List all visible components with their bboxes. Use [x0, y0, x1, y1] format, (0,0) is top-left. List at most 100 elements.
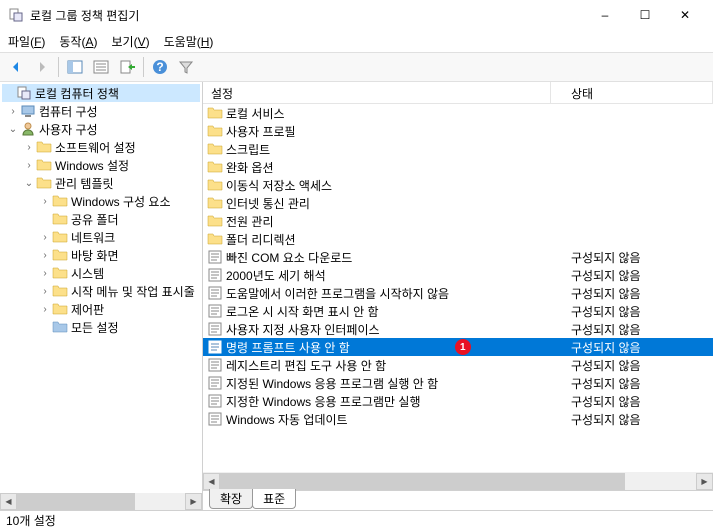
- scroll-left-button[interactable]: ◀: [0, 493, 17, 510]
- expander-icon[interactable]: ›: [38, 196, 52, 207]
- list-cell-state: 구성되지 않음: [551, 393, 713, 410]
- setting-icon: [207, 375, 223, 391]
- list-row[interactable]: 스크립트: [203, 140, 713, 158]
- list-cell-state: 구성되지 않음: [551, 267, 713, 284]
- tree-win-components[interactable]: › Windows 구성 요소: [2, 192, 200, 210]
- list-row[interactable]: 사용자 지정 사용자 인터페이스 구성되지 않음: [203, 320, 713, 338]
- tree-label: 소프트웨어 설정: [55, 139, 136, 156]
- menu-help[interactable]: 도움말(H): [164, 33, 214, 50]
- list-cell-state: 구성되지 않음: [551, 357, 713, 374]
- tab-standard[interactable]: 표준: [252, 489, 296, 509]
- list-cell-name: 인터넷 통신 관리: [203, 195, 551, 212]
- list-cell-name: 폴더 리디렉션: [203, 231, 551, 248]
- scroll-thumb[interactable]: [220, 473, 625, 490]
- tree-scrollbar[interactable]: ◀ ▶: [0, 493, 202, 510]
- list-row[interactable]: 지정한 Windows 응용 프로그램만 실행구성되지 않음: [203, 392, 713, 410]
- tab-extended[interactable]: 확장: [209, 489, 253, 509]
- expander-icon[interactable]: ⌄: [6, 124, 20, 135]
- list-row[interactable]: 빠진 COM 요소 다운로드구성되지 않음: [203, 248, 713, 266]
- list-cell-name: 명령 프롬프트 사용 안 함1: [203, 339, 551, 356]
- list-row[interactable]: Windows 자동 업데이트구성되지 않음: [203, 410, 713, 428]
- tree-computer-config[interactable]: › 컴퓨터 구성: [2, 102, 200, 120]
- expander-icon[interactable]: ›: [22, 160, 36, 171]
- list-row[interactable]: 폴더 리디렉션: [203, 230, 713, 248]
- list-scrollbar[interactable]: ◀ ▶: [203, 472, 713, 490]
- view-list-button[interactable]: [89, 55, 113, 79]
- tree-windows-settings[interactable]: › Windows 설정: [2, 156, 200, 174]
- nav-back-button[interactable]: [4, 55, 28, 79]
- expander-icon[interactable]: ›: [6, 106, 20, 117]
- tree-start-taskbar[interactable]: › 시작 메뉴 및 작업 표시줄: [2, 282, 200, 300]
- gpo-icon: [16, 85, 32, 101]
- expander-icon[interactable]: ⌄: [22, 178, 36, 189]
- scroll-right-button[interactable]: ▶: [696, 473, 713, 490]
- status-bar: 10개 설정: [0, 510, 713, 530]
- user-icon: [20, 121, 36, 137]
- expander-icon[interactable]: ›: [38, 250, 52, 261]
- list-row[interactable]: 로컬 서비스: [203, 104, 713, 122]
- tree-system[interactable]: › 시스템: [2, 264, 200, 282]
- maximize-button[interactable]: ☐: [625, 1, 665, 29]
- list-row[interactable]: 사용자 프로필: [203, 122, 713, 140]
- tree-shared-folders[interactable]: 공유 폴더: [2, 210, 200, 228]
- row-label: 지정된 Windows 응용 프로그램 실행 안 함: [226, 375, 438, 392]
- list-row[interactable]: 2000년도 세기 해석구성되지 않음: [203, 266, 713, 284]
- folder-icon: [207, 141, 223, 157]
- list-row[interactable]: 명령 프롬프트 사용 안 함1구성되지 않음: [203, 338, 713, 356]
- tree-admin-templates[interactable]: ⌄ 관리 템플릿: [2, 174, 200, 192]
- column-header-setting[interactable]: 설정: [203, 82, 551, 103]
- help-icon: [152, 59, 168, 75]
- tree-network[interactable]: › 네트워크: [2, 228, 200, 246]
- expander-icon[interactable]: ›: [38, 232, 52, 243]
- expander-icon[interactable]: ›: [22, 142, 36, 153]
- scroll-right-button[interactable]: ▶: [185, 493, 202, 510]
- close-button[interactable]: ✕: [665, 1, 705, 29]
- scroll-left-button[interactable]: ◀: [203, 473, 220, 490]
- row-label: 스크립트: [226, 141, 270, 158]
- expander-icon[interactable]: ›: [38, 304, 52, 315]
- help-button[interactable]: [148, 55, 172, 79]
- expander-icon[interactable]: ›: [38, 286, 52, 297]
- list-body: 로컬 서비스사용자 프로필스크립트완화 옵션이동식 저장소 액세스인터넷 통신 …: [203, 104, 713, 472]
- minimize-button[interactable]: –: [585, 1, 625, 29]
- row-label: 레지스트리 편집 도구 사용 안 함: [226, 357, 386, 374]
- list-cell-name: 레지스트리 편집 도구 사용 안 함: [203, 357, 551, 374]
- row-label: 인터넷 통신 관리: [226, 195, 310, 212]
- list-cell-name: 지정한 Windows 응용 프로그램만 실행: [203, 393, 551, 410]
- column-header-state[interactable]: 상태: [551, 82, 713, 103]
- list-cell-state: 구성되지 않음: [551, 321, 713, 338]
- list-row[interactable]: 레지스트리 편집 도구 사용 안 함 구성되지 않음: [203, 356, 713, 374]
- detail-panel: 설정 상태 로컬 서비스사용자 프로필스크립트완화 옵션이동식 저장소 액세스인…: [203, 82, 713, 510]
- tree-user-config[interactable]: ⌄ 사용자 구성: [2, 120, 200, 138]
- menu-bar: 파일(F) 동작(A) 보기(V) 도움말(H): [0, 30, 713, 52]
- list-cell-state: 구성되지 않음: [551, 339, 713, 356]
- scroll-track[interactable]: [220, 473, 696, 490]
- export-button[interactable]: [115, 55, 139, 79]
- tree-desktop[interactable]: › 바탕 화면: [2, 246, 200, 264]
- show-hide-tree-button[interactable]: [63, 55, 87, 79]
- scroll-thumb[interactable]: [17, 493, 135, 510]
- menu-action[interactable]: 동작(A): [59, 33, 97, 50]
- folder-icon: [36, 139, 52, 155]
- list-cell-name: Windows 자동 업데이트: [203, 411, 551, 428]
- tree-root[interactable]: 로컬 컴퓨터 정책: [2, 84, 200, 102]
- list-row[interactable]: 도움말에서 이러한 프로그램을 시작하지 않음구성되지 않음: [203, 284, 713, 302]
- menu-view[interactable]: 보기(V): [112, 33, 150, 50]
- list-row[interactable]: 인터넷 통신 관리: [203, 194, 713, 212]
- nav-forward-button[interactable]: [30, 55, 54, 79]
- list-row[interactable]: 이동식 저장소 액세스: [203, 176, 713, 194]
- expander-icon[interactable]: ›: [38, 268, 52, 279]
- folder-icon: [36, 157, 52, 173]
- list-cell-state: 구성되지 않음: [551, 285, 713, 302]
- tree-control-panel[interactable]: › 제어판: [2, 300, 200, 318]
- menu-file[interactable]: 파일(F): [8, 33, 45, 50]
- scroll-track[interactable]: [17, 493, 185, 510]
- filter-button[interactable]: [174, 55, 198, 79]
- row-label: 사용자 지정 사용자 인터페이스: [226, 321, 380, 338]
- list-row[interactable]: 전원 관리: [203, 212, 713, 230]
- list-row[interactable]: 지정된 Windows 응용 프로그램 실행 안 함구성되지 않음: [203, 374, 713, 392]
- tree-software-settings[interactable]: › 소프트웨어 설정: [2, 138, 200, 156]
- list-row[interactable]: 로그온 시 시작 화면 표시 안 함구성되지 않음: [203, 302, 713, 320]
- tree-all-settings[interactable]: 모든 설정: [2, 318, 200, 336]
- list-row[interactable]: 완화 옵션: [203, 158, 713, 176]
